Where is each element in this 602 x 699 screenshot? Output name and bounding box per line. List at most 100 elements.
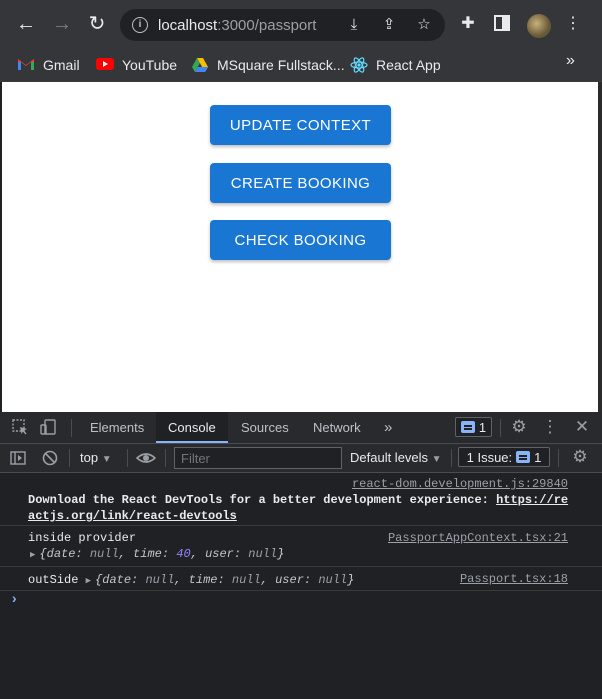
devtools-tab-bar: Elements Console Sources Network » 1 ⚙ ⋮… [0, 412, 602, 444]
console-text: Download the React DevTools for a better… [28, 493, 568, 507]
url-host: localhost [158, 17, 218, 34]
console-message: Passport.tsx:18 outSide ▶ {date: null, ti… [0, 567, 602, 591]
more-tabs-chevron-icon[interactable]: » [372, 412, 404, 443]
log-label: outSide [28, 573, 79, 587]
console-toolbar: top ▼ Default levels ▼ 1 Issue: 1 ⚙ [0, 444, 602, 473]
obj-value: null [231, 573, 261, 587]
browser-toolbar: ← → ↻ i localhost:3000/passport ⤓ ⇪ ☆ ✚ … [0, 0, 602, 48]
issues-badge[interactable]: 1 Issue: 1 [458, 447, 550, 467]
site-info-icon[interactable]: i [132, 17, 148, 33]
toolbar-separator [69, 449, 70, 467]
forward-arrow-icon[interactable]: → [50, 12, 74, 36]
obj-value: null [89, 547, 119, 561]
bookmark-msquare[interactable]: MSquare Fullstack... [191, 54, 345, 76]
message-icon [516, 451, 531, 463]
source-link[interactable]: react-dom.development.js:29840 [352, 477, 568, 491]
devtools-link[interactable]: https://re [496, 493, 568, 507]
console-prompt-chevron-icon[interactable]: › [10, 592, 18, 608]
bookmark-star-icon[interactable]: ☆ [415, 16, 433, 34]
console-text: outSide ▶ {date: null, time: null, user: … [28, 573, 354, 587]
brace: } [347, 573, 355, 587]
extensions-puzzle-icon[interactable]: ✚ [458, 14, 478, 34]
react-icon [350, 57, 368, 73]
drive-icon [191, 57, 209, 73]
toolbar-separator [165, 449, 166, 467]
filter-input[interactable] [174, 447, 342, 469]
bookmark-label: Gmail [43, 57, 80, 73]
obj-value: null [318, 573, 348, 587]
side-panel-icon[interactable] [492, 14, 512, 34]
eye-icon[interactable] [135, 448, 157, 468]
inspect-element-icon[interactable] [10, 418, 30, 438]
bookmark-label: React App [376, 57, 441, 73]
device-toolbar-icon[interactable] [38, 418, 58, 438]
sidebar-toggle-icon[interactable] [9, 449, 27, 467]
obj-key: , user: [260, 573, 319, 587]
console-message: PassportAppContext.tsx:21 inside provide… [0, 526, 602, 567]
brace: } [277, 547, 285, 561]
context-label: top [80, 450, 99, 465]
clear-console-icon[interactable] [41, 449, 59, 467]
install-app-icon[interactable]: ⤓ [345, 16, 363, 34]
reload-icon[interactable]: ↻ [85, 12, 109, 36]
right-edge-strip [598, 82, 602, 412]
back-arrow-icon[interactable]: ← [14, 12, 38, 36]
address-bar[interactable]: i localhost:3000/passport ⤓ ⇪ ☆ [120, 9, 445, 41]
url-path: :3000/passport [217, 17, 317, 34]
check-booking-button[interactable]: CHECK BOOKING [210, 220, 391, 260]
obj-value: null [145, 573, 175, 587]
bookmarks-bar: Gmail YouTube MSquare Fullstack... React… [0, 48, 602, 82]
object-preview[interactable]: ▶ {date: null, time: null, user: null} [86, 573, 355, 587]
share-icon[interactable]: ⇪ [380, 16, 398, 34]
object-preview[interactable]: ▶ {date: null, time: 40, user: null} [30, 547, 284, 561]
devtools-link-cont[interactable]: actjs.org/link/react-devtools [28, 509, 237, 523]
expand-triangle-icon[interactable]: ▶ [86, 576, 91, 586]
obj-key: , time: [118, 547, 177, 561]
tab-elements[interactable]: Elements [78, 412, 156, 443]
kebab-menu-icon[interactable]: ⋮ [563, 14, 583, 34]
bookmark-youtube[interactable]: YouTube [96, 54, 177, 76]
obj-key: date: [102, 573, 146, 587]
tab-sources[interactable]: Sources [229, 412, 301, 443]
obj-key: , user: [190, 547, 249, 561]
toolbar-separator [127, 449, 128, 467]
toolbar-separator [558, 449, 559, 467]
dropdown-caret-icon: ▼ [431, 454, 442, 465]
url-text[interactable]: localhost:3000/passport [158, 17, 316, 34]
messages-badge[interactable]: 1 [455, 417, 492, 437]
bookmark-label: MSquare Fullstack... [217, 57, 345, 73]
levels-label: Default levels [350, 450, 429, 465]
create-booking-button[interactable]: CREATE BOOKING [210, 163, 391, 203]
issues-count: 1 [534, 449, 542, 465]
context-selector[interactable]: top ▼ [80, 450, 112, 465]
source-link[interactable]: Passport.tsx:18 [460, 572, 568, 586]
obj-key: , time: [174, 573, 232, 587]
obj-value: null [248, 547, 278, 561]
log-levels-selector[interactable]: Default levels ▼ [350, 450, 442, 465]
close-devtools-icon[interactable]: ✕ [572, 417, 592, 437]
profile-avatar[interactable] [527, 14, 551, 38]
bookmarks-overflow-chevron-icon[interactable]: » [566, 52, 575, 70]
tab-console[interactable]: Console [156, 412, 228, 443]
message-icon [460, 421, 475, 433]
tab-network[interactable]: Network [301, 412, 373, 443]
youtube-icon [96, 57, 114, 73]
console-text: inside provider [28, 531, 137, 545]
settings-gear-icon[interactable]: ⚙ [509, 417, 529, 437]
bookmark-react-app[interactable]: React App [350, 54, 441, 76]
devtools-menu-icon[interactable]: ⋮ [540, 417, 560, 437]
dropdown-caret-icon: ▼ [101, 454, 112, 465]
obj-value: 40 [176, 547, 191, 561]
message-count: 1 [478, 419, 487, 435]
toolbar-separator [451, 449, 452, 467]
gmail-icon [17, 57, 35, 73]
console-settings-gear-icon[interactable]: ⚙ [570, 447, 590, 467]
issues-label: 1 Issue: [466, 449, 513, 465]
source-link[interactable]: PassportAppContext.tsx:21 [388, 531, 568, 545]
console-panel: react-dom.development.js:29840 Download … [0, 473, 602, 699]
obj-key: date: [46, 547, 90, 561]
update-context-button[interactable]: UPDATE CONTEXT [210, 105, 391, 145]
bookmark-gmail[interactable]: Gmail [17, 54, 80, 76]
console-message: react-dom.development.js:29840 Download … [0, 473, 602, 526]
expand-triangle-icon[interactable]: ▶ [30, 550, 35, 560]
